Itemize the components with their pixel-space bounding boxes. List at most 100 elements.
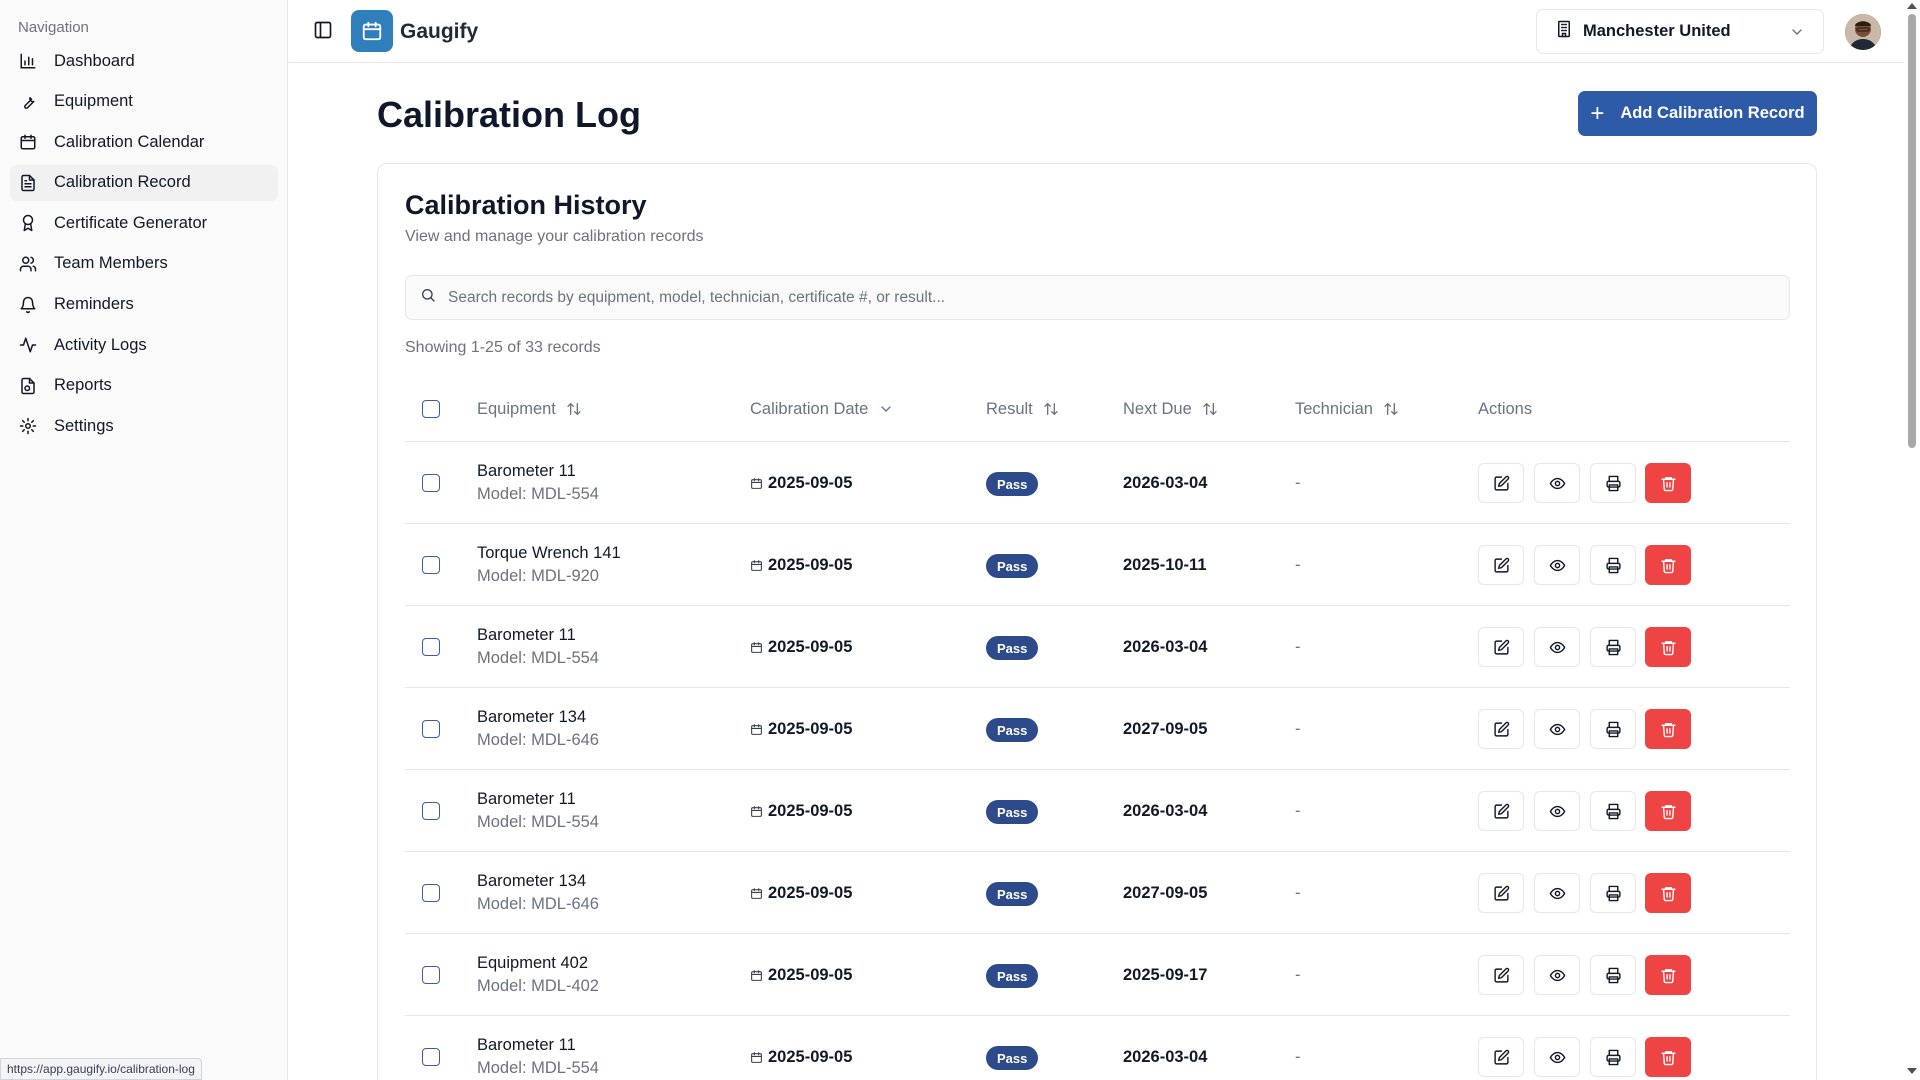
edit-button[interactable]: [1478, 545, 1524, 585]
scroll-thumb[interactable]: [1908, 14, 1916, 448]
calibration-date: 2025-09-05: [750, 1016, 852, 1080]
equipment-name[interactable]: Barometer 11: [477, 790, 576, 809]
calibration-date: 2025-09-05: [750, 688, 852, 770]
organization-select[interactable]: Manchester United: [1536, 9, 1824, 54]
sidebar-item-label: Team Members: [54, 254, 168, 273]
view-button[interactable]: [1534, 545, 1580, 585]
sidebar-item-calibration-calendar[interactable]: Calibration Calendar: [10, 124, 278, 160]
print-button[interactable]: [1590, 873, 1636, 913]
view-button[interactable]: [1534, 1037, 1580, 1077]
sidebar-item-calibration-record[interactable]: Calibration Record: [10, 164, 278, 201]
view-button[interactable]: [1534, 955, 1580, 995]
app-name[interactable]: Gaugify: [400, 20, 478, 44]
eye-icon: [1549, 557, 1566, 574]
trash-icon: [1660, 1049, 1677, 1066]
sidebar-item-equipment[interactable]: Equipment: [10, 84, 278, 120]
print-button[interactable]: [1590, 709, 1636, 749]
sidebar-toggle-icon[interactable]: [313, 20, 335, 42]
row-checkbox[interactable]: [422, 1048, 440, 1066]
result-badge: Pass: [986, 554, 1039, 578]
equipment-name[interactable]: Equipment 402: [477, 954, 588, 973]
edit-button[interactable]: [1478, 955, 1524, 995]
view-button[interactable]: [1534, 873, 1580, 913]
edit-button[interactable]: [1478, 709, 1524, 749]
sidebar-item-team-members[interactable]: Team Members: [10, 246, 278, 282]
page-scrollbar[interactable]: [1904, 0, 1920, 1080]
sidebar-item-certificate-generator[interactable]: Certificate Generator: [10, 205, 278, 241]
row-checkbox[interactable]: [422, 638, 440, 656]
sidebar-item-reminders[interactable]: Reminders: [10, 287, 278, 323]
sidebar-item-label: Reports: [54, 376, 112, 395]
calibration-date-value: 2025-09-05: [768, 555, 853, 574]
row-checkbox[interactable]: [422, 556, 440, 574]
scroll-down-arrow-icon[interactable]: [1907, 1068, 1917, 1074]
view-button[interactable]: [1534, 791, 1580, 831]
column-next-due[interactable]: Next Due: [1123, 376, 1218, 442]
next-due-date: 2025-09-17: [1123, 965, 1208, 984]
search-input[interactable]: [448, 288, 1748, 307]
row-checkbox[interactable]: [422, 720, 440, 738]
delete-button[interactable]: [1645, 1037, 1691, 1077]
avatar[interactable]: [1845, 14, 1881, 50]
print-button[interactable]: [1590, 1037, 1636, 1077]
delete-button[interactable]: [1645, 873, 1691, 913]
equipment-name[interactable]: Barometer 134: [477, 872, 586, 891]
sidebar-item-dashboard[interactable]: Dashboard: [10, 43, 278, 79]
calibration-date: 2025-09-05: [750, 934, 852, 1016]
scroll-up-arrow-icon[interactable]: [1907, 3, 1917, 9]
column-equipment[interactable]: Equipment: [477, 376, 582, 442]
print-button[interactable]: [1590, 545, 1636, 585]
table-row: Barometer 134 Model: MDL-646 2025-09-05 Pas…: [405, 688, 1790, 770]
equipment-name[interactable]: Torque Wrench 141: [477, 544, 621, 563]
edit-button[interactable]: [1478, 1037, 1524, 1077]
view-button[interactable]: [1534, 463, 1580, 503]
delete-button[interactable]: [1645, 463, 1691, 503]
print-button[interactable]: [1590, 955, 1636, 995]
equipment-name[interactable]: Barometer 134: [477, 708, 586, 727]
sidebar-item-settings[interactable]: Settings: [10, 408, 278, 444]
row-checkbox[interactable]: [422, 802, 440, 820]
column-label: Technician: [1295, 399, 1373, 418]
sidebar: Navigation Dashboard Equipment Calibrati…: [0, 0, 288, 1080]
edit-button[interactable]: [1478, 873, 1524, 913]
calibration-date: 2025-09-05: [750, 770, 852, 852]
edit-button[interactable]: [1478, 627, 1524, 667]
row-checkbox[interactable]: [422, 474, 440, 492]
sidebar-item-activity-logs[interactable]: Activity Logs: [10, 327, 278, 363]
row-checkbox[interactable]: [422, 966, 440, 984]
column-label: Result: [986, 399, 1033, 418]
sidebar-item-label: Calibration Record: [54, 173, 191, 192]
column-technician[interactable]: Technician: [1295, 376, 1399, 442]
delete-button[interactable]: [1645, 955, 1691, 995]
sidebar-item-reports[interactable]: Reports: [10, 368, 278, 404]
print-button[interactable]: [1590, 627, 1636, 667]
status-url: https://app.gaugify.io/calibration-log: [0, 1058, 202, 1080]
column-result[interactable]: Result: [986, 376, 1059, 442]
technician: -: [1295, 801, 1301, 820]
result-badge: Pass: [986, 800, 1039, 824]
equipment-name[interactable]: Barometer 11: [477, 1036, 576, 1055]
app-logo-icon[interactable]: [351, 10, 393, 52]
delete-button[interactable]: [1645, 791, 1691, 831]
delete-button[interactable]: [1645, 709, 1691, 749]
add-calibration-record-button[interactable]: + Add Calibration Record: [1578, 91, 1817, 136]
print-button[interactable]: [1590, 463, 1636, 503]
equipment-model: Model: MDL-646: [477, 731, 599, 749]
delete-button[interactable]: [1645, 545, 1691, 585]
select-all-checkbox[interactable]: [422, 400, 440, 418]
nav-heading: Navigation: [18, 19, 89, 36]
bar-chart-icon: [18, 51, 38, 71]
view-button[interactable]: [1534, 709, 1580, 749]
edit-button[interactable]: [1478, 463, 1524, 503]
row-checkbox[interactable]: [422, 884, 440, 902]
view-button[interactable]: [1534, 627, 1580, 667]
edit-button[interactable]: [1478, 791, 1524, 831]
equipment-name[interactable]: Barometer 11: [477, 626, 576, 645]
column-calibration-date[interactable]: Calibration Date: [750, 376, 894, 442]
delete-button[interactable]: [1645, 627, 1691, 667]
page-title: Calibration Log: [377, 94, 641, 135]
print-button[interactable]: [1590, 791, 1636, 831]
equipment-name[interactable]: Barometer 11: [477, 462, 576, 481]
result-badge: Pass: [986, 718, 1039, 742]
trash-icon: [1660, 475, 1677, 492]
